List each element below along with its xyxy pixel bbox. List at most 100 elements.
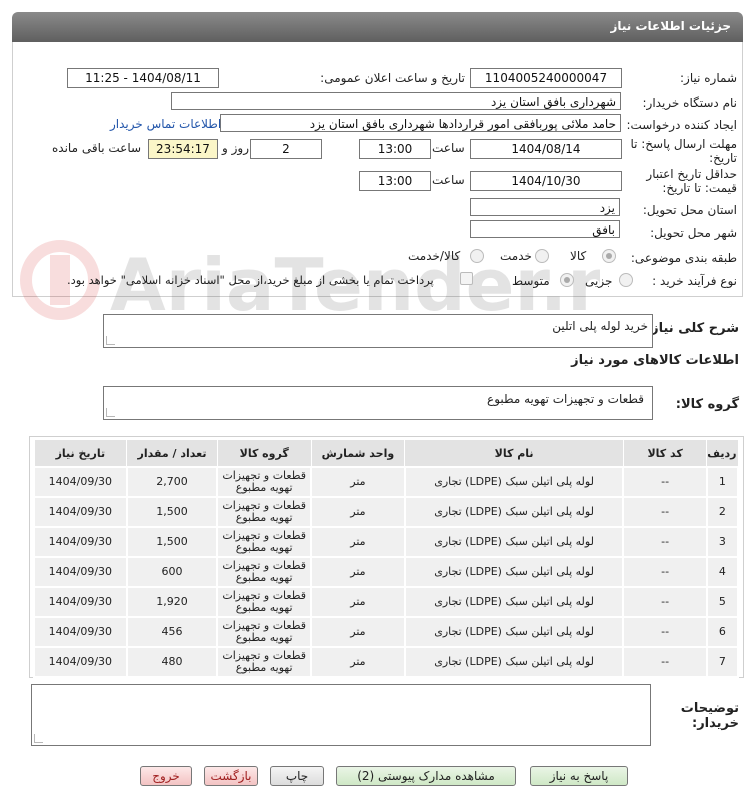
category-option-service: خدمت <box>500 249 532 263</box>
cell-qty: 2,700 <box>125 466 219 498</box>
city-label: شهر محل تحویل: <box>650 226 737 240</box>
buyer-contact-link[interactable]: اطلاعات تماس خریدار <box>110 117 221 131</box>
announce-label: تاریخ و ساعت اعلان عمومی: <box>320 71 465 85</box>
province-field: یزد <box>470 198 620 216</box>
table-row: 6 -- لوله پلی اتیلن سبک (LDPE) تجاری متر قطع… <box>33 616 740 648</box>
cell-code: -- <box>622 556 708 588</box>
cell-unit: متر <box>310 496 406 528</box>
attachments-button[interactable]: مشاهده مدارک پیوستی (2) <box>336 766 516 786</box>
table-row: 5 -- لوله پلی اتیلن سبک (LDPE) تجاری متر قطع… <box>33 586 740 618</box>
deadline-time-label: ساعت <box>432 141 465 155</box>
payment-note: پرداخت تمام یا بخشی از مبلغ خرید،از محل … <box>67 273 434 287</box>
cell-group: قطعات و تجهیزات تهویه مطبوع <box>216 586 313 618</box>
cell-group: قطعات و تجهیزات تهویه مطبوع <box>216 526 313 558</box>
description-text: خرید لوله پلی اتلین <box>552 319 648 333</box>
need-number-label: شماره نیاز: <box>680 71 737 85</box>
reply-button[interactable]: پاسخ به نیاز <box>530 766 628 786</box>
cell-unit: متر <box>310 556 406 588</box>
payment-checkbox[interactable] <box>460 272 473 285</box>
table-row: 4 -- لوله پلی اتیلن سبک (LDPE) تجاری متر قطع… <box>33 556 740 588</box>
days-field: 2 <box>250 139 322 159</box>
description-label: شرح کلی نیاز: <box>645 321 739 336</box>
buyer-notes-label-2: خریدار: <box>692 716 739 731</box>
cell-unit: متر <box>310 646 406 678</box>
cell-qty: 1,500 <box>125 526 219 558</box>
cell-group: قطعات و تجهیزات تهویه مطبوع <box>216 466 313 498</box>
deadline-label: مهلت ارسال پاسخ: تا <box>630 137 737 151</box>
cell-name: لوله پلی اتیلن سبک (LDPE) تجاری <box>403 586 625 618</box>
remaining-label: ساعت باقی مانده <box>52 141 142 155</box>
table-header-row: ردیف کد کالا نام کالا واحد شمارش گروه کا… <box>33 439 739 468</box>
cell-name: لوله پلی اتیلن سبک (LDPE) تجاری <box>403 496 625 528</box>
process-option-medium: متوسط <box>512 274 550 288</box>
cell-group: قطعات و تجهیزات تهویه مطبوع <box>216 496 313 528</box>
cell-unit: متر <box>310 466 406 498</box>
header-date: تاریخ نیاز <box>33 439 128 468</box>
category-option-both: کالا/خدمت <box>408 249 461 263</box>
header-unit: واحد شمارش <box>310 439 406 468</box>
process-label: نوع فرآیند خرید : <box>652 274 737 288</box>
cell-date: 1404/09/30 <box>33 496 128 528</box>
category-option-goods: کالا <box>570 249 587 263</box>
category-radio-service[interactable] <box>535 249 549 263</box>
cell-group: قطعات و تجهیزات تهویه مطبوع <box>216 616 313 648</box>
cell-qty: 1,920 <box>125 586 219 618</box>
cell-row-no: 6 <box>705 616 740 648</box>
process-radio-minor[interactable] <box>619 273 633 287</box>
description-field: خرید لوله پلی اتلین <box>103 314 653 348</box>
province-label: استان محل تحویل: <box>642 203 737 217</box>
deadline-date-field: 1404/08/14 <box>470 139 622 159</box>
print-button[interactable]: چاپ <box>270 766 324 786</box>
back-button[interactable]: بازگشت <box>204 766 258 786</box>
exit-button[interactable]: خروج <box>140 766 192 786</box>
creator-label: ایجاد کننده درخواست: <box>626 118 737 132</box>
buyer-notes-field[interactable] <box>31 684 651 746</box>
cell-name: لوله پلی اتیلن سبک (LDPE) تجاری <box>403 526 625 558</box>
table-row: 2 -- لوله پلی اتیلن سبک (LDPE) تجاری متر قطع… <box>33 496 740 528</box>
goods-section-title: اطلاعات کالاهای مورد نیاز <box>571 353 739 368</box>
validity-date-field: 1404/10/30 <box>470 171 622 191</box>
cell-code: -- <box>622 496 708 528</box>
validity-time-field: 13:00 <box>359 171 431 191</box>
cell-date: 1404/09/30 <box>33 616 128 648</box>
header-row-no: ردیف <box>706 439 739 468</box>
cell-code: -- <box>622 646 708 678</box>
city-field: بافق <box>470 220 620 238</box>
need-number-field: 1104005240000047 <box>470 68 622 88</box>
cell-code: -- <box>622 616 708 648</box>
cell-row-no: 3 <box>705 526 740 558</box>
process-radio-medium[interactable] <box>560 273 574 287</box>
cell-group: قطعات و تجهیزات تهویه مطبوع <box>216 646 313 678</box>
category-radio-both[interactable] <box>470 249 484 263</box>
cell-name: لوله پلی اتیلن سبک (LDPE) تجاری <box>403 616 625 648</box>
header-group: گروه کالا <box>216 439 312 468</box>
cell-group: قطعات و تجهیزات تهویه مطبوع <box>216 556 313 588</box>
cell-row-no: 1 <box>705 466 740 498</box>
goods-group-label: گروه کالا: <box>675 397 739 412</box>
cell-date: 1404/09/30 <box>33 586 128 618</box>
table-row: 7 -- لوله پلی اتیلن سبک (LDPE) تجاری متر قطع… <box>33 646 740 678</box>
validity-label-2: قیمت: تا تاریخ: <box>662 181 737 195</box>
cell-date: 1404/09/30 <box>33 646 128 678</box>
cell-name: لوله پلی اتیلن سبک (LDPE) تجاری <box>403 646 625 678</box>
cell-row-no: 4 <box>705 556 740 588</box>
cell-qty: 1,500 <box>125 496 219 528</box>
cell-name: لوله پلی اتیلن سبک (LDPE) تجاری <box>403 556 625 588</box>
remaining-time-field: 23:54:17 <box>148 139 218 159</box>
page-header: جزئیات اطلاعات نیاز <box>12 12 743 42</box>
header-code: کد کالا <box>622 439 708 468</box>
cell-code: -- <box>622 526 708 558</box>
header-qty: تعداد / مقدار <box>126 439 218 468</box>
buyer-notes-label: توضیحات <box>680 701 739 716</box>
category-radio-goods[interactable] <box>602 249 616 263</box>
validity-time-label: ساعت <box>432 173 465 187</box>
cell-qty: 456 <box>125 616 219 648</box>
category-label: طبقه بندی موضوعی: <box>630 251 737 265</box>
cell-row-no: 5 <box>705 586 740 618</box>
cell-code: -- <box>622 466 708 498</box>
validity-label: حداقل تاریخ اعتبار <box>646 167 737 181</box>
goods-group-text: قطعات و تجهیزات تهویه مطبوع <box>487 392 644 406</box>
items-table: ردیف کد کالا نام کالا واحد شمارش گروه کا… <box>33 439 740 678</box>
cell-row-no: 2 <box>705 496 740 528</box>
cell-row-no: 7 <box>705 646 740 678</box>
